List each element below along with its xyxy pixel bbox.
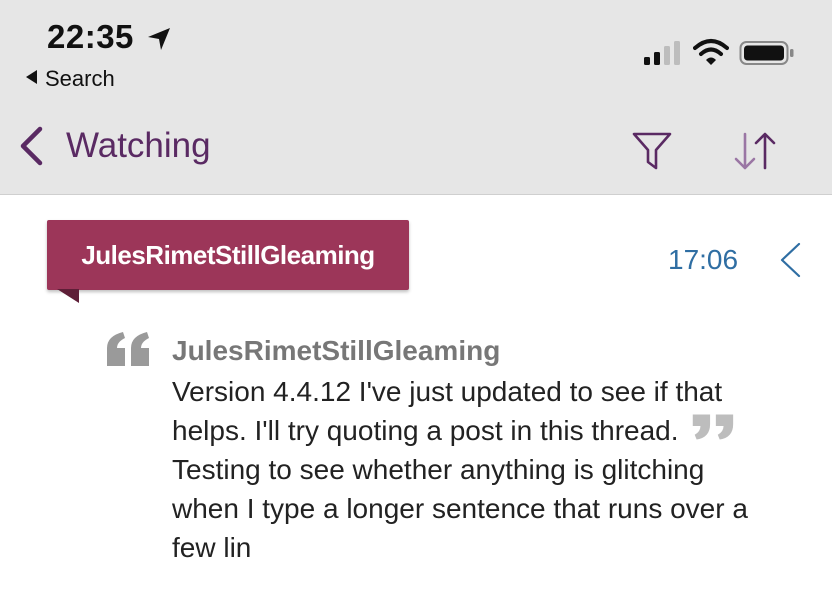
signal-icon (644, 41, 680, 65)
quote-text-before: Version 4.4.12 I've just updated to see … (172, 376, 723, 446)
top-bar: 22:35 Search Watching (0, 0, 832, 195)
battery-icon (739, 41, 794, 65)
chevron-left-icon[interactable] (778, 241, 802, 279)
quote-icon (107, 332, 149, 366)
status-time: 22:35 (47, 18, 134, 55)
back-app-label: Search (45, 66, 115, 91)
post-time: 17:06 (668, 244, 739, 275)
sort-icon[interactable] (731, 130, 779, 172)
quote-author: JulesRimetStillGleaming (172, 335, 501, 366)
back-chevron-icon[interactable] (18, 126, 44, 166)
quote-icon (692, 414, 733, 440)
filter-icon[interactable] (632, 130, 672, 172)
banner-fold (57, 289, 79, 303)
wifi-icon (693, 39, 729, 65)
author-banner[interactable]: JulesRimetStillGleaming (47, 220, 409, 290)
back-triangle-icon (26, 70, 37, 84)
back-to-app-button[interactable]: Search (26, 66, 115, 92)
location-arrow-icon (148, 28, 170, 50)
quote-text-after: Testing to see whether anything is glitc… (172, 454, 748, 563)
quote-body: Version 4.4.12 I've just updated to see … (172, 372, 752, 567)
nav-title: Watching (66, 126, 211, 165)
author-name: JulesRimetStillGleaming (81, 240, 375, 270)
